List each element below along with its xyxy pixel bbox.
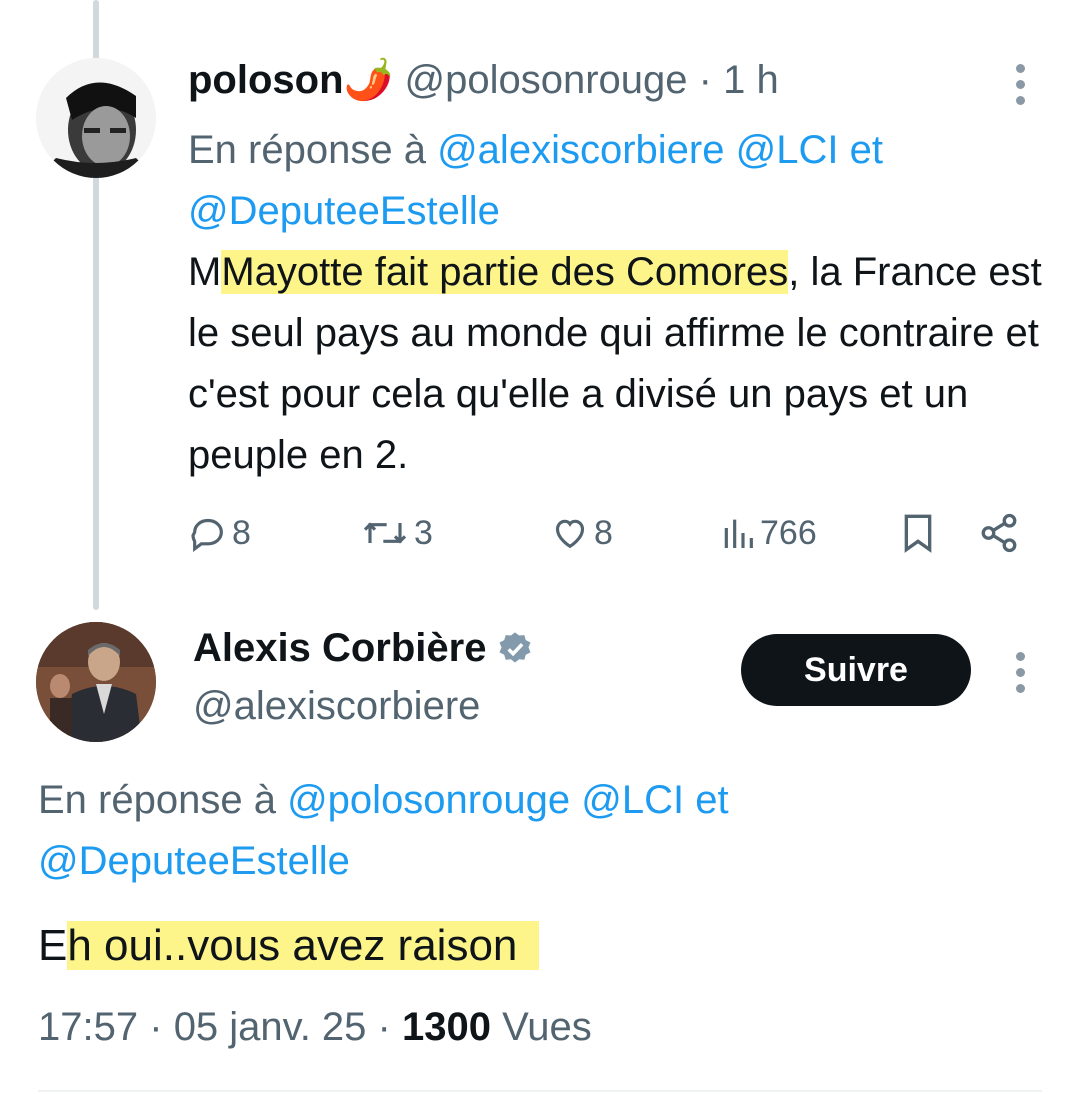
mention-lci[interactable]: @LCI: [736, 128, 839, 172]
tweet1-display-name[interactable]: poloson: [188, 58, 344, 102]
mention-deputeeestelle[interactable]: @DeputeeEstelle: [188, 189, 500, 233]
tweet1-handle[interactable]: @polosonrouge: [404, 58, 687, 102]
tweet1-header: poloson🌶️ @polosonrouge · 1 h: [188, 56, 779, 103]
more-vertical-icon[interactable]: [1013, 64, 1027, 112]
view-count: 766: [760, 513, 817, 552]
tweet1-text: MMayotte fait partie des Comores, la Fra…: [188, 250, 1042, 477]
heart-icon: [555, 519, 585, 549]
reply-prefix: En réponse à: [38, 778, 276, 822]
tweet1-highlighted-text: Mayotte fait partie des Comores: [221, 250, 789, 294]
repost-icon: [363, 522, 407, 544]
tweet2-display-name[interactable]: Alexis Corbière: [193, 626, 486, 671]
separator-dot: ·: [377, 1005, 391, 1049]
tweet2-meta: 17:57 · 05 janv. 25 · 1300 Vues: [38, 1005, 592, 1050]
comment-icon: [191, 518, 223, 552]
tweet2-views-label: Vues: [502, 1005, 592, 1049]
share-icon: [981, 513, 1017, 553]
tweet2-handle[interactable]: @alexiscorbiere: [193, 684, 480, 729]
bookmark-button[interactable]: [898, 505, 938, 561]
bookmark-icon: [904, 514, 932, 553]
tweet2-highlighted-text: h oui..vous avez raison: [67, 921, 540, 970]
tweet1-time[interactable]: 1 h: [723, 58, 779, 102]
avatar-poloson[interactable]: [36, 58, 156, 178]
repost-button[interactable]: 3: [360, 505, 433, 561]
mention-deputeeestelle[interactable]: @DeputeeEstelle: [38, 839, 350, 883]
tweet1-reply-context: En réponse à @alexiscorbiere @LCI et @De…: [188, 120, 1008, 242]
reply-count: 8: [232, 513, 251, 552]
avatar-poloson-image: [36, 58, 156, 178]
like-button[interactable]: 8: [550, 505, 613, 561]
tweet2-reply-context: En réponse à @polosonrouge @LCI et @Depu…: [38, 770, 938, 892]
tweet1-action-bar: 8 3 8 766: [188, 505, 1028, 565]
mention-lci[interactable]: @LCI: [581, 778, 684, 822]
reply-and: et: [849, 128, 883, 172]
reply-button[interactable]: 8: [188, 505, 251, 561]
reply-and: et: [695, 778, 729, 822]
repost-count: 3: [414, 513, 433, 552]
more-vertical-icon[interactable]: [1013, 652, 1027, 700]
follow-button[interactable]: Suivre: [741, 634, 971, 706]
mention-alexiscorbiere[interactable]: @alexiscorbiere: [437, 128, 724, 172]
reply-prefix: En réponse à: [188, 128, 426, 172]
avatar-alexis-corbiere-image: [36, 622, 156, 742]
verified-badge-icon: [499, 631, 531, 662]
share-button[interactable]: [978, 505, 1020, 561]
separator-dot: ·: [149, 1005, 163, 1049]
tweet2-name-row: Alexis Corbière: [193, 626, 534, 671]
mention-polosonrouge[interactable]: @polosonrouge: [287, 778, 570, 822]
tweet2-date[interactable]: 05 janv. 25: [174, 1005, 367, 1049]
tweet2-view-count: 1300: [402, 1005, 491, 1049]
avatar-alexis-corbiere[interactable]: [36, 622, 156, 742]
views-button[interactable]: 766: [720, 505, 817, 561]
divider: [38, 1090, 1042, 1092]
like-count: 8: [594, 513, 613, 552]
tweet2-text-first: E: [38, 921, 68, 970]
tweet2-time[interactable]: 17:57: [38, 1005, 138, 1049]
chili-pepper-emoji: 🌶️: [343, 58, 394, 102]
views-chart-icon: [724, 519, 753, 548]
tweet2-text: Eh oui..vous avez raison: [38, 912, 540, 980]
separator-dot: ·: [698, 58, 712, 102]
